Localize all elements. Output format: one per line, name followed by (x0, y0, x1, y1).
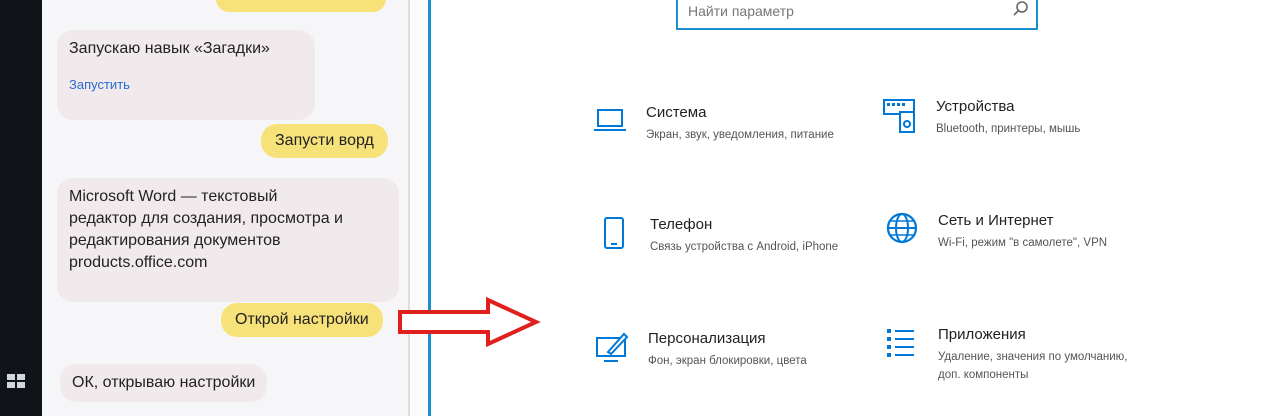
globe-icon (886, 212, 918, 244)
tile-title: Телефон (650, 216, 713, 233)
tile-description: Wi-Fi, режим "в самолете", VPN (938, 237, 1108, 249)
windows-start-icon[interactable] (7, 374, 25, 388)
tile-description: Экран, звук, уведомления, питание (646, 129, 834, 141)
taskbar (0, 0, 42, 416)
settings-tile-apps[interactable]: Приложения Удаление, значения по умолчан… (884, 326, 1144, 396)
chat-message-bot: ОК, открываю настройки (60, 364, 268, 402)
phone-icon (604, 217, 624, 249)
chat-message-text: Запускаю навык «Загадки» (69, 40, 270, 57)
laptop-icon (594, 109, 626, 131)
red-arrow-annotation (398, 296, 541, 348)
chat-message-user (216, 0, 386, 12)
settings-tile-network[interactable]: Сеть и Интернет Wi-Fi, режим "в самолете… (884, 212, 1144, 282)
chat-message-bot: Запускаю навык «Загадки» Запустить (57, 30, 315, 120)
chat-message-line: Microsoft Word — текстовый (69, 188, 278, 205)
settings-tile-devices[interactable]: Устройства Bluetooth, принтеры, мышь (882, 98, 1142, 168)
chat-message-user: Запусти ворд (261, 124, 388, 158)
tile-title: Сеть и Интернет (938, 212, 1054, 229)
tile-description: Bluetooth, принтеры, мышь (936, 123, 1081, 135)
chat-message-line: редактирования документов (69, 232, 281, 249)
search-icon[interactable] (1012, 0, 1030, 18)
chat-message-line: редактор для создания, просмотра и (69, 210, 343, 227)
search-input[interactable] (686, 2, 990, 20)
chat-message-link[interactable]: products.office.com (69, 252, 387, 274)
tile-description: Удаление, значения по умолчанию, доп. ко… (938, 351, 1128, 381)
tile-title: Система (646, 104, 707, 121)
personalization-icon (596, 332, 629, 362)
tile-title: Приложения (938, 326, 1026, 343)
settings-search-box[interactable] (676, 0, 1038, 30)
tile-title: Персонализация (648, 330, 766, 347)
chat-message-user: Открой настройки (221, 303, 383, 337)
tile-description: Фон, экран блокировки, цвета (648, 355, 807, 367)
devices-icon (883, 99, 915, 133)
tile-title: Устройства (936, 98, 1015, 115)
settings-tile-phone[interactable]: Телефон Связь устройства с Android, iPho… (596, 216, 856, 286)
chat-message-bot: Microsoft Word — текстовый редактор для … (57, 178, 399, 302)
settings-tile-system[interactable]: Система Экран, звук, уведомления, питани… (592, 104, 852, 174)
settings-tile-personalization[interactable]: Персонализация Фон, экран блокировки, цв… (594, 330, 854, 400)
launch-link[interactable]: Запустить (69, 74, 303, 96)
panel-gap (410, 0, 428, 416)
tile-description: Связь устройства с Android, iPhone (650, 241, 839, 253)
apps-icon (887, 329, 914, 357)
settings-window-border (428, 0, 431, 416)
